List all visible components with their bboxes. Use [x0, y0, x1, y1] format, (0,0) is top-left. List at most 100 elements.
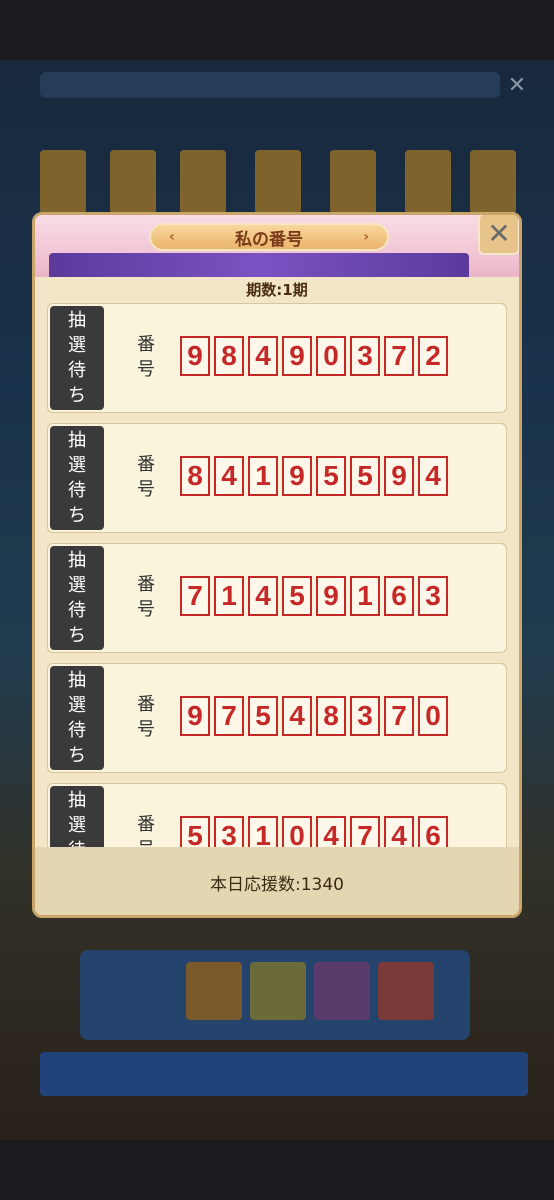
number-digit: 5	[350, 456, 380, 496]
status-char: 選	[68, 695, 86, 716]
number-label-char: 番	[137, 454, 155, 475]
number-digit: 6	[384, 576, 414, 616]
number-label-char: 号	[137, 599, 155, 620]
dialog-title: 私の番号	[235, 229, 303, 250]
background-slot	[405, 150, 451, 214]
number-digit: 5	[282, 576, 312, 616]
number-digit: 9	[282, 456, 312, 496]
background-bar	[40, 1052, 528, 1096]
draw-status-badge: 抽選待ち	[50, 546, 104, 650]
number-entry: 抽選待ち番号71459163	[47, 543, 507, 653]
ticket-number: 97548370	[180, 696, 448, 736]
number-digit: 8	[316, 696, 346, 736]
status-char: ち	[68, 505, 86, 526]
background-slot	[110, 150, 156, 214]
number-digit: 4	[248, 576, 278, 616]
number-entry: 抽選待ち番号97548370	[47, 663, 507, 773]
number-digit: 7	[384, 696, 414, 736]
header-band	[49, 253, 469, 277]
number-digit: 1	[248, 816, 278, 847]
number-label-char: 号	[137, 719, 155, 740]
background-thumbnail	[378, 962, 434, 1020]
number-digit: 4	[418, 456, 448, 496]
number-entry: 抽選待ち番号 98490372	[47, 303, 507, 413]
number-digit: 1	[350, 576, 380, 616]
number-digit: 3	[214, 816, 244, 847]
number-digit: 9	[316, 576, 346, 616]
status-char: 選	[68, 815, 86, 836]
number-label: 番号	[134, 452, 158, 502]
status-char: 待	[68, 720, 86, 741]
number-entry: 抽選待ち番号84195594	[47, 423, 507, 533]
number-digit: 3	[350, 336, 380, 376]
background-thumbnail	[314, 962, 370, 1020]
number-digit: 7	[350, 816, 380, 847]
number-digit: 0	[282, 816, 312, 847]
number-label: 番号	[134, 572, 158, 622]
number-digit: 2	[418, 336, 448, 376]
number-digit: 5	[316, 456, 346, 496]
ticket-number: 71459163	[180, 576, 448, 616]
number-digit: 5	[248, 696, 278, 736]
status-char: 抽	[68, 550, 86, 571]
ticket-number: 53104746	[180, 816, 448, 847]
status-char: 待	[68, 480, 86, 501]
chevron-left-icon[interactable]: ‹	[169, 229, 175, 245]
chevron-right-icon[interactable]: ›	[363, 229, 369, 245]
number-label: 番号	[134, 692, 158, 742]
number-digit: 3	[418, 576, 448, 616]
number-digit: 4	[248, 336, 278, 376]
number-digit: 7	[214, 696, 244, 736]
background-slot	[40, 150, 86, 214]
number-digit: 5	[180, 816, 210, 847]
number-digit: 4	[384, 816, 414, 847]
close-button[interactable]: ✕	[478, 215, 519, 255]
bottom-bar	[0, 1140, 554, 1200]
status-char: 待	[68, 360, 86, 381]
number-digit: 3	[350, 696, 380, 736]
number-digit: 9	[282, 336, 312, 376]
status-char: ち	[68, 625, 86, 646]
background-slot	[255, 150, 301, 214]
number-label-char: 番	[137, 574, 155, 595]
number-label-char: 番	[137, 814, 155, 835]
number-digit: 9	[384, 456, 414, 496]
number-digit: 7	[180, 576, 210, 616]
number-digit: 9	[180, 696, 210, 736]
top-bar	[0, 0, 554, 60]
number-digit: 4	[316, 816, 346, 847]
number-digit: 7	[384, 336, 414, 376]
ticket-number: 98490372	[180, 336, 448, 376]
period-label: 期数:1期	[246, 281, 308, 299]
number-digit: 8	[180, 456, 210, 496]
background-slot	[470, 150, 516, 214]
number-digit: 4	[282, 696, 312, 736]
status-char: 待	[68, 838, 86, 847]
status-char: ち	[68, 745, 86, 766]
numbers-list[interactable]: 抽選待ち番号98490372抽選待ち番号84195594抽選待ち番号714591…	[47, 303, 507, 847]
number-label-char: 号	[134, 837, 158, 847]
number-digit: 1	[214, 576, 244, 616]
background-close-icon: ✕	[507, 73, 527, 98]
number-label-char: 号	[137, 479, 155, 500]
number-label: 番号	[134, 332, 158, 382]
status-char: 抽	[68, 310, 86, 331]
number-label: 番号	[134, 812, 158, 847]
dialog-header: ‹ 私の番号 › ✕	[35, 215, 519, 277]
status-char: 抽	[68, 790, 86, 811]
draw-status-badge: 抽選待ち	[50, 426, 104, 530]
status-char: 待	[68, 600, 86, 621]
background-thumbnail	[250, 962, 306, 1020]
background-header	[40, 72, 500, 98]
status-char: 抽	[68, 670, 86, 691]
number-label-char: 番	[137, 694, 155, 715]
draw-status-badge: 抽選待ち	[50, 306, 104, 410]
number-digit: 6	[418, 816, 448, 847]
number-digit: 4	[214, 456, 244, 496]
number-digit: 0	[316, 336, 346, 376]
background-slot	[330, 150, 376, 214]
number-digit: 8	[214, 336, 244, 376]
background-thumbnail	[186, 962, 242, 1020]
number-digit: 0	[418, 696, 448, 736]
number-entry: 抽選待ち番号53104746	[47, 783, 507, 847]
